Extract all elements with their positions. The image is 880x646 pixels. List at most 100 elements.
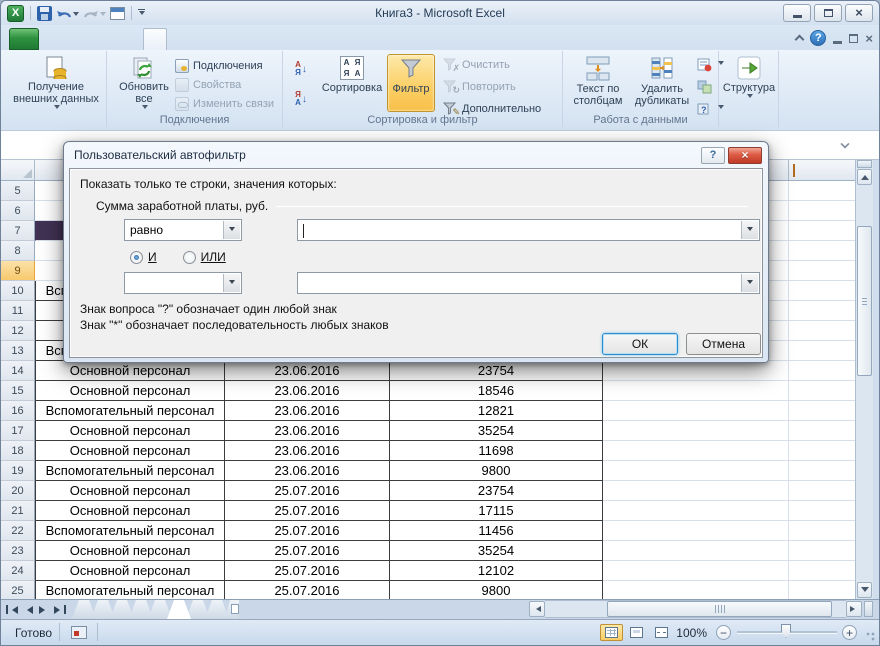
redo-button[interactable] bbox=[83, 7, 106, 20]
scroll-left-button[interactable] bbox=[529, 601, 545, 617]
dropdown-button[interactable] bbox=[223, 274, 240, 292]
row-header[interactable]: 21 bbox=[1, 501, 35, 521]
cell-b[interactable]: Основной персонал bbox=[35, 501, 225, 521]
insert-sheet-button[interactable] bbox=[225, 600, 239, 619]
row-header[interactable]: 14 bbox=[1, 361, 35, 381]
cell-f[interactable] bbox=[789, 481, 856, 501]
qat-window-icon[interactable] bbox=[110, 7, 125, 20]
cell-e[interactable] bbox=[603, 381, 789, 401]
cell-c[interactable]: 25.07.2016 bbox=[225, 521, 390, 541]
cell-f[interactable] bbox=[789, 501, 856, 521]
row-header[interactable]: 6 bbox=[1, 201, 35, 221]
horizontal-scroll-track[interactable] bbox=[545, 600, 846, 618]
ribbon-tab[interactable] bbox=[215, 28, 239, 50]
cell-f[interactable] bbox=[789, 301, 856, 321]
cell-b[interactable]: Вспомогательный персонал bbox=[35, 581, 225, 599]
vertical-scrollbar[interactable] bbox=[855, 160, 873, 599]
dialog-close-button[interactable]: × bbox=[728, 147, 762, 164]
horizontal-scroll-thumb[interactable] bbox=[607, 601, 832, 617]
cell-c[interactable]: 25.07.2016 bbox=[225, 481, 390, 501]
scroll-up-button[interactable] bbox=[857, 169, 872, 185]
cell-d[interactable]: 12821 bbox=[390, 401, 603, 421]
cell-f[interactable] bbox=[789, 261, 856, 281]
dialog-title-bar[interactable]: Пользовательский автофильтр ? × bbox=[64, 142, 768, 168]
radio-or-icon[interactable] bbox=[183, 251, 196, 264]
undo-button[interactable] bbox=[56, 7, 79, 20]
maximize-button[interactable] bbox=[814, 4, 842, 22]
outline-button[interactable]: Структура bbox=[722, 54, 776, 112]
macro-record-icon[interactable] bbox=[71, 626, 87, 639]
cell-f[interactable] bbox=[789, 361, 856, 381]
cell-c[interactable]: 23.06.2016 bbox=[225, 421, 390, 441]
radio-and-icon[interactable] bbox=[130, 251, 143, 264]
first-sheet-button[interactable] bbox=[5, 603, 19, 617]
column-header[interactable] bbox=[789, 160, 856, 181]
cell-b[interactable]: Основной персонал bbox=[35, 421, 225, 441]
help-icon[interactable]: ? bbox=[810, 30, 826, 46]
cell-b[interactable]: Основной персонал bbox=[35, 361, 225, 381]
get-external-data-button[interactable]: Получение внешних данных bbox=[10, 54, 102, 112]
operator1-combo[interactable]: равно bbox=[124, 219, 242, 241]
cell-d[interactable]: 35254 bbox=[390, 421, 603, 441]
row-header[interactable]: 17 bbox=[1, 421, 35, 441]
ribbon-tab[interactable] bbox=[167, 28, 191, 50]
resize-grip[interactable] bbox=[865, 631, 877, 643]
cell-d[interactable]: 11456 bbox=[390, 521, 603, 541]
cell-f[interactable] bbox=[789, 401, 856, 421]
cell-e[interactable] bbox=[603, 441, 789, 461]
cell-b[interactable]: Основной персонал bbox=[35, 481, 225, 501]
refresh-all-button[interactable]: Обновить все bbox=[115, 54, 173, 112]
row-header[interactable]: 16 bbox=[1, 401, 35, 421]
cell-e[interactable] bbox=[603, 481, 789, 501]
ribbon-tab[interactable] bbox=[263, 28, 287, 50]
page-break-view-button[interactable] bbox=[650, 624, 673, 641]
cell-e[interactable] bbox=[603, 501, 789, 521]
cell-f[interactable] bbox=[789, 381, 856, 401]
row-header[interactable]: 7 bbox=[1, 221, 35, 241]
save-icon[interactable] bbox=[37, 6, 52, 21]
last-sheet-button[interactable] bbox=[53, 603, 67, 617]
row-header[interactable]: 22 bbox=[1, 521, 35, 541]
workbook-close-icon[interactable]: × bbox=[865, 31, 873, 46]
cell-f[interactable] bbox=[789, 341, 856, 361]
collapse-ribbon-icon[interactable] bbox=[795, 35, 805, 45]
scroll-down-button[interactable] bbox=[857, 582, 872, 598]
ribbon-tab[interactable] bbox=[71, 28, 95, 50]
cell-b[interactable]: Вспомогательный персонал bbox=[35, 521, 225, 541]
cell-d[interactable]: 9800 bbox=[390, 581, 603, 599]
cell-f[interactable] bbox=[789, 441, 856, 461]
cell-f[interactable] bbox=[789, 461, 856, 481]
zoom-level[interactable]: 100% bbox=[676, 626, 707, 640]
cell-f[interactable] bbox=[789, 421, 856, 441]
cell-c[interactable]: 23.06.2016 bbox=[225, 461, 390, 481]
zoom-in-button[interactable]: + bbox=[842, 625, 857, 640]
connections-button[interactable]: Подключения bbox=[175, 57, 274, 74]
sheet-tab[interactable] bbox=[205, 600, 229, 619]
remove-duplicates-button[interactable]: Удалить дубликаты bbox=[631, 54, 693, 112]
tab-split-handle[interactable] bbox=[864, 601, 873, 617]
radio-and[interactable]: И bbox=[130, 250, 157, 264]
cell-e[interactable] bbox=[603, 541, 789, 561]
cell-f[interactable] bbox=[789, 581, 856, 599]
row-header[interactable]: 12 bbox=[1, 321, 35, 341]
cell-f[interactable] bbox=[789, 241, 856, 261]
zoom-out-button[interactable]: − bbox=[716, 625, 731, 640]
cell-b[interactable]: Основной персонал bbox=[35, 381, 225, 401]
ok-button[interactable]: ОК bbox=[602, 333, 678, 355]
value1-combo[interactable] bbox=[297, 219, 760, 241]
page-layout-view-button[interactable] bbox=[625, 624, 648, 641]
row-header[interactable]: 20 bbox=[1, 481, 35, 501]
filter-button[interactable]: Фильтр bbox=[387, 54, 435, 112]
cell-d[interactable]: 9800 bbox=[390, 461, 603, 481]
sort-descending-button[interactable]: ЯА↓ bbox=[289, 87, 313, 111]
minimize-button[interactable] bbox=[783, 4, 811, 22]
sort-dialog-button[interactable]: АЯ ЯА Сортировка bbox=[319, 54, 385, 112]
normal-view-button[interactable] bbox=[600, 624, 623, 641]
cell-d[interactable]: 11698 bbox=[390, 441, 603, 461]
cell-b[interactable]: Основной персонал bbox=[35, 541, 225, 561]
cell-e[interactable] bbox=[603, 581, 789, 599]
cell-c[interactable]: 25.07.2016 bbox=[225, 501, 390, 521]
vertical-scroll-thumb[interactable] bbox=[857, 226, 872, 376]
workbook-restore-icon[interactable] bbox=[849, 34, 858, 43]
cell-e[interactable] bbox=[603, 561, 789, 581]
